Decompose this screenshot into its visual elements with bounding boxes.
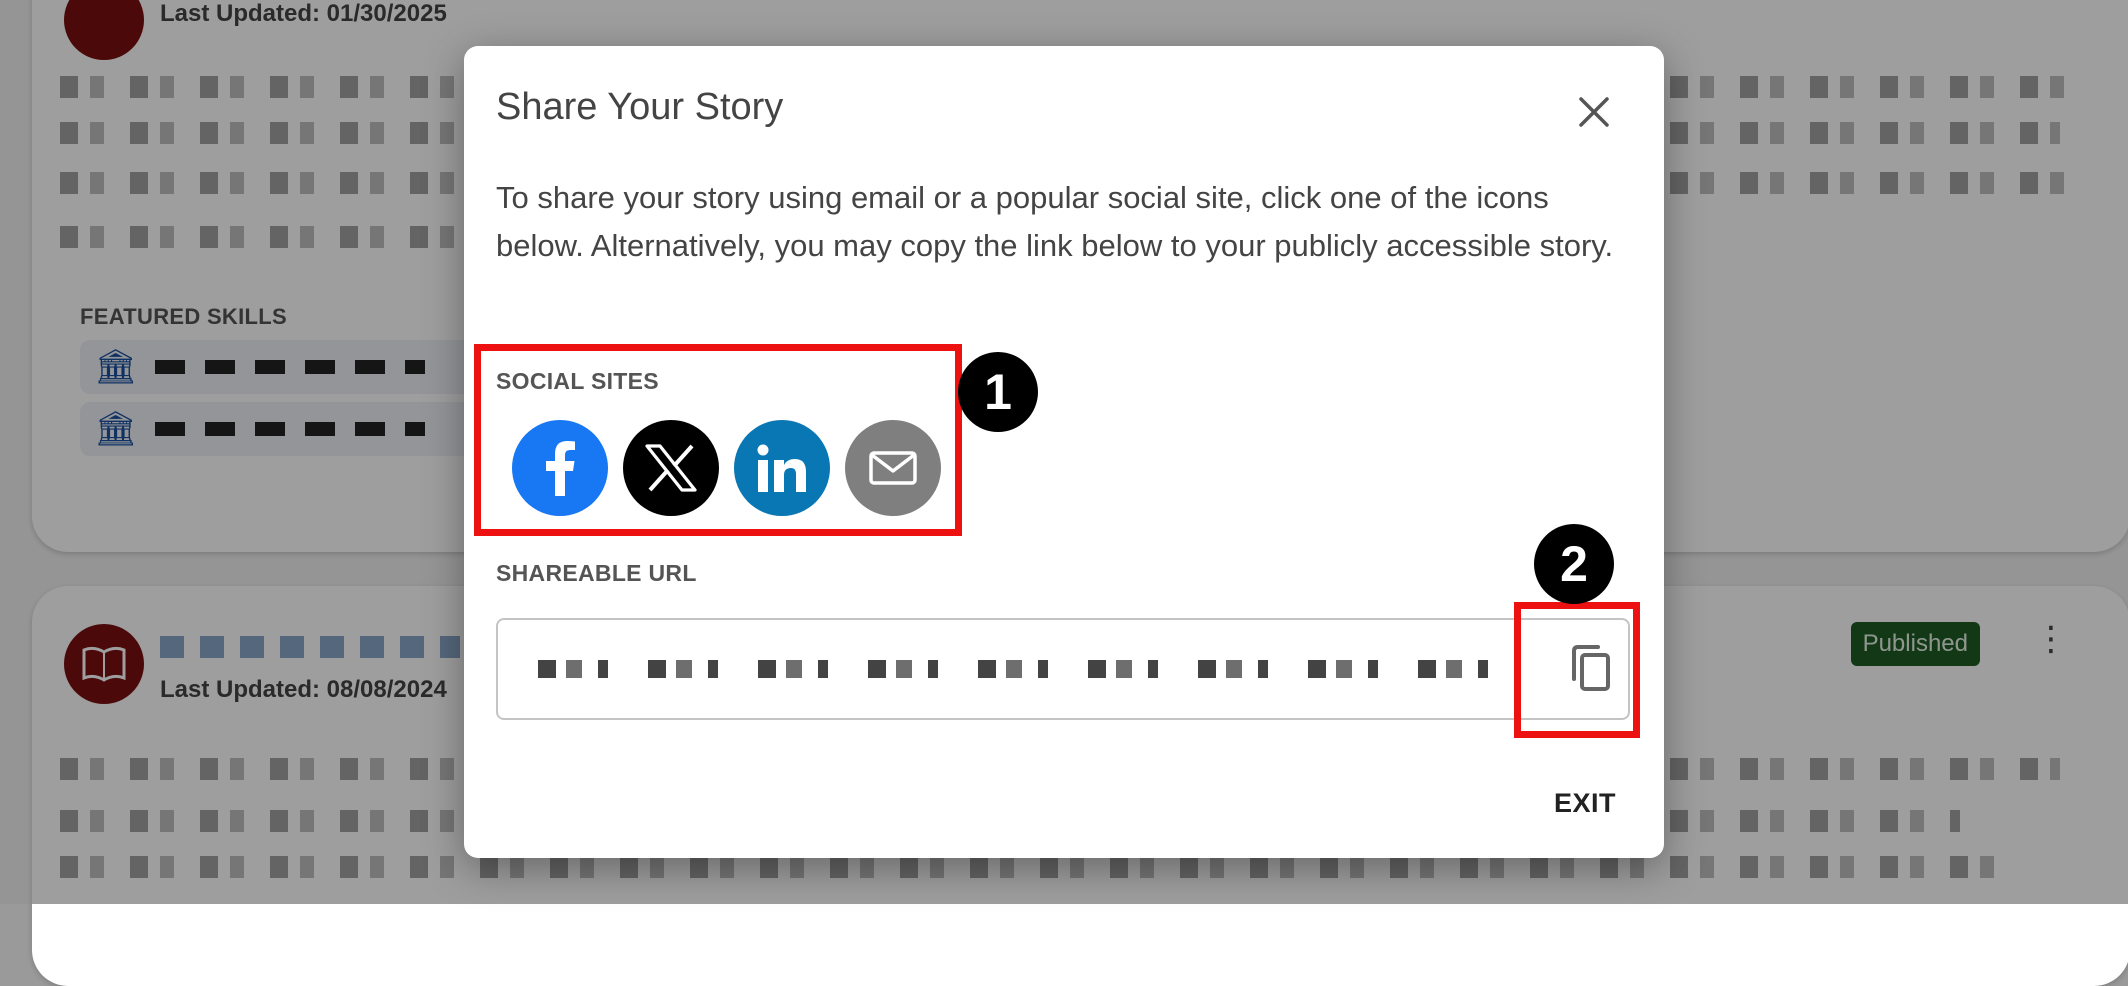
close-button[interactable] bbox=[1568, 86, 1620, 138]
close-icon bbox=[1579, 97, 1609, 127]
shareable-url-field[interactable] bbox=[496, 618, 1630, 720]
exit-button[interactable]: EXIT bbox=[1554, 788, 1616, 819]
dialog-title: Share Your Story bbox=[496, 86, 784, 128]
dialog-description: To share your story using email or a pop… bbox=[496, 180, 1614, 263]
redacted-url-value bbox=[538, 660, 1508, 678]
shareable-url-label: SHAREABLE URL bbox=[496, 560, 697, 586]
copy-button-highlight bbox=[1514, 602, 1640, 738]
step-marker-2: 2 bbox=[1534, 524, 1614, 604]
social-sites-highlight bbox=[474, 344, 962, 536]
step-marker-1: 1 bbox=[958, 352, 1038, 432]
